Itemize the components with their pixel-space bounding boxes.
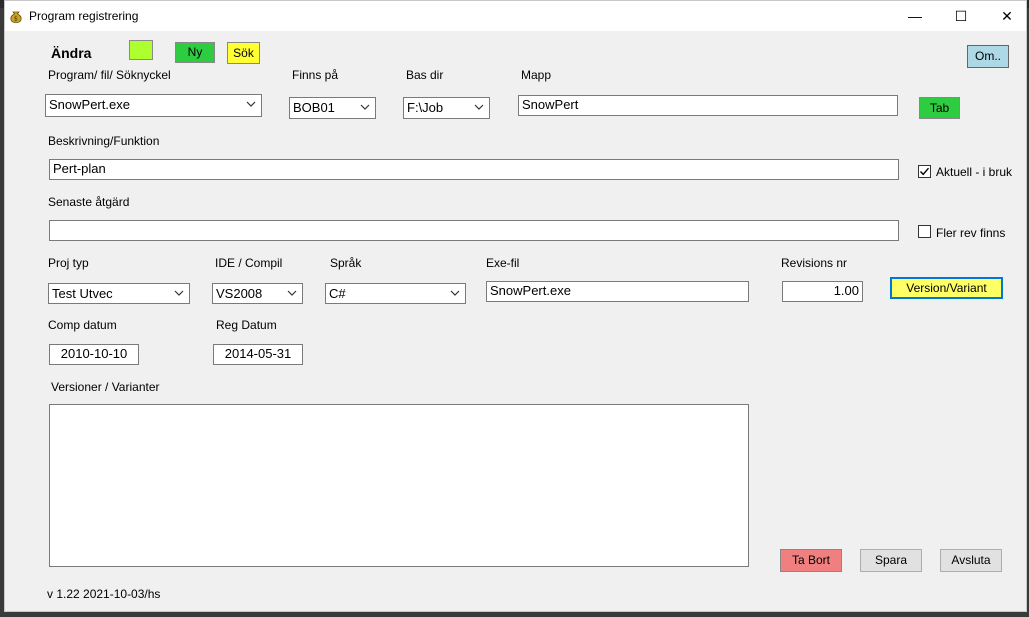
finns-pa-label: Finns på — [292, 68, 339, 82]
minimize-button[interactable]: — — [892, 1, 938, 31]
chevron-down-icon — [360, 104, 370, 110]
program-label: Program/ fil/ Söknyckel — [48, 68, 171, 82]
program-registration-window: $ Program registrering — ☐ ✕ Ändra Ny Sö… — [4, 0, 1027, 612]
new-button[interactable]: Ny — [175, 42, 215, 63]
finns-pa-combobox[interactable]: BOB01 — [289, 97, 376, 119]
mapp-label: Mapp — [521, 68, 552, 82]
svg-text:$: $ — [14, 16, 18, 23]
aktuell-checkbox[interactable] — [918, 165, 931, 178]
ide-label: IDE / Compil — [215, 256, 283, 270]
versioner-label: Versioner / Varianter — [51, 380, 160, 394]
exe-fil-label: Exe-fil — [486, 256, 520, 270]
window-title: Program registrering — [29, 9, 139, 23]
status-indicator — [129, 40, 153, 60]
mode-label: Ändra — [51, 45, 92, 61]
save-button[interactable]: Spara — [860, 549, 922, 572]
exit-button[interactable]: Avsluta — [940, 549, 1002, 572]
chevron-down-icon — [174, 290, 184, 296]
checkmark-icon — [919, 167, 930, 176]
beskrivning-input[interactable]: Pert-plan — [49, 159, 899, 180]
chevron-down-icon — [246, 101, 256, 107]
minimize-icon: — — [908, 8, 922, 24]
senaste-input[interactable] — [49, 220, 899, 241]
revisions-label: Revisions nr — [781, 256, 848, 270]
bas-dir-combobox[interactable]: F:\Job — [403, 97, 490, 119]
program-combobox-value: SnowPert.exe — [49, 97, 130, 112]
money-bag-icon: $ — [10, 11, 22, 23]
proj-typ-combobox[interactable]: Test Utvec — [48, 283, 190, 304]
delete-button[interactable]: Ta Bort — [780, 549, 842, 572]
reg-datum-label: Reg Datum — [216, 318, 277, 332]
ide-combobox[interactable]: VS2008 — [212, 283, 303, 304]
versioner-textarea[interactable] — [49, 404, 749, 567]
aktuell-label: Aktuell - i bruk — [936, 165, 1013, 179]
tab-button[interactable]: Tab — [919, 97, 960, 119]
senaste-label: Senaste åtgärd — [48, 195, 130, 209]
maximize-button[interactable]: ☐ — [938, 1, 984, 31]
revisions-input[interactable]: 1.00 — [782, 281, 863, 302]
proj-typ-label: Proj typ — [48, 256, 89, 270]
close-icon: ✕ — [1001, 8, 1013, 24]
fler-rev-checkbox[interactable] — [918, 225, 931, 238]
sprak-label: Språk — [330, 256, 362, 270]
close-button[interactable]: ✕ — [984, 1, 1029, 31]
version-variant-button[interactable]: Version/Variant — [890, 277, 1003, 299]
about-button[interactable]: Om.. — [967, 45, 1009, 68]
comp-datum-input[interactable]: 2010-10-10 — [49, 344, 139, 365]
chevron-down-icon — [450, 290, 460, 296]
program-combobox[interactable]: SnowPert.exe — [45, 94, 262, 117]
finns-pa-value: BOB01 — [293, 100, 335, 115]
sprak-combobox[interactable]: C# — [325, 283, 466, 304]
chevron-down-icon — [474, 104, 484, 110]
maximize-icon: ☐ — [954, 8, 968, 24]
reg-datum-input[interactable]: 2014-05-31 — [213, 344, 303, 365]
sprak-value: C# — [329, 286, 346, 301]
search-button[interactable]: Sök — [227, 42, 260, 64]
fler-rev-label: Fler rev finns — [936, 226, 1006, 240]
beskrivning-label: Beskrivning/Funktion — [48, 134, 160, 148]
comp-datum-label: Comp datum — [48, 318, 117, 332]
title-bar: $ Program registrering — ☐ ✕ — [5, 1, 1026, 31]
mapp-input[interactable]: SnowPert — [518, 95, 898, 116]
ide-value: VS2008 — [216, 286, 263, 301]
exe-fil-input[interactable]: SnowPert.exe — [486, 281, 749, 302]
bas-dir-value: F:\Job — [407, 100, 444, 115]
bas-dir-label: Bas dir — [406, 68, 444, 82]
proj-typ-value: Test Utvec — [52, 286, 113, 301]
version-footer: v 1.22 2021-10-03/hs — [47, 587, 161, 601]
chevron-down-icon — [287, 290, 297, 296]
